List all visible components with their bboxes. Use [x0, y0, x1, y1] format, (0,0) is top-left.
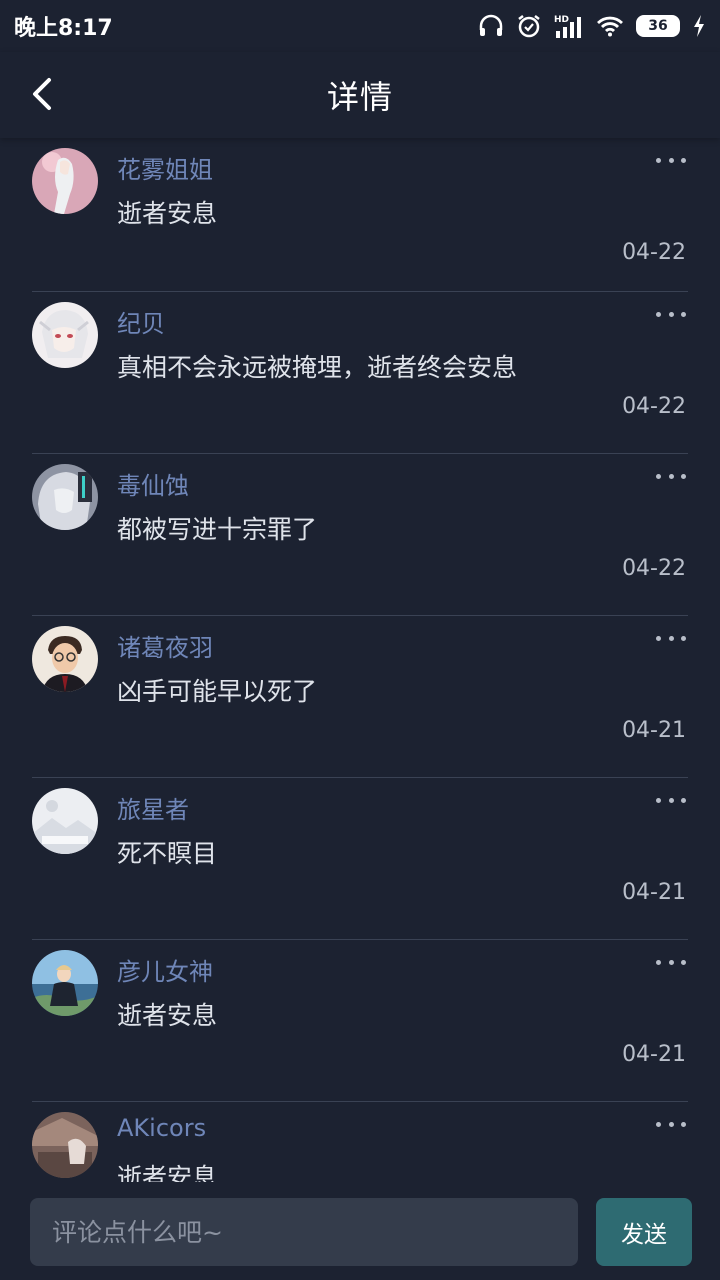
- headset-icon: [478, 14, 504, 38]
- comment-item: AKicors 逝者安息: [32, 1102, 688, 1182]
- username[interactable]: 纪贝: [117, 304, 165, 339]
- chevron-left-icon: [33, 78, 51, 110]
- comment-text: 逝者安息: [117, 1001, 218, 1030]
- more-options-icon[interactable]: [656, 954, 686, 970]
- comment-item: 纪贝 真相不会永远被掩埋，逝者终会安息 04-22: [32, 292, 688, 454]
- more-options-icon[interactable]: [656, 792, 686, 808]
- comment-list[interactable]: 花雾姐姐 逝者安息 04-22 纪贝 真相不会永远被掩埋，逝者终会安息 04-2…: [0, 138, 720, 1182]
- comment-bar: 发送: [0, 1182, 720, 1280]
- comment-item: 诸葛夜羽 凶手可能早以死了 04-21: [32, 616, 688, 778]
- svg-text:HD: HD: [554, 15, 569, 25]
- username[interactable]: 旅星者: [117, 790, 189, 825]
- more-options-icon[interactable]: [656, 468, 686, 484]
- send-button[interactable]: 发送: [596, 1198, 692, 1266]
- avatar[interactable]: [32, 1112, 98, 1178]
- avatar[interactable]: [32, 950, 98, 1016]
- battery-icon: 36: [636, 15, 680, 37]
- comment-date: 04-21: [622, 718, 686, 743]
- more-options-icon[interactable]: [656, 1116, 686, 1132]
- more-options-icon[interactable]: [656, 630, 686, 646]
- username[interactable]: AKicors: [117, 1114, 206, 1142]
- hd-signal-icon: HD: [554, 13, 584, 39]
- alarm-icon: [516, 13, 542, 39]
- comment-text: 真相不会永远被掩埋，逝者终会安息: [117, 353, 518, 382]
- avatar[interactable]: [32, 148, 98, 214]
- charging-icon: [692, 14, 706, 38]
- battery-level: 36: [636, 15, 680, 37]
- username[interactable]: 毒仙蚀: [117, 466, 189, 501]
- comment-date: 04-22: [622, 556, 686, 581]
- back-button[interactable]: [22, 74, 62, 114]
- comment-date: 04-21: [622, 1042, 686, 1067]
- username[interactable]: 诸葛夜羽: [117, 628, 213, 663]
- status-icons: HD 36: [478, 13, 706, 39]
- status-bar: 晚上8:17 HD 36: [0, 0, 720, 52]
- comment-text: 都被写进十宗罪了: [117, 515, 318, 544]
- username[interactable]: 花雾姐姐: [117, 150, 213, 185]
- more-options-icon[interactable]: [656, 306, 686, 322]
- comment-item: 彦儿女神 逝者安息 04-21: [32, 940, 688, 1102]
- wifi-icon: [596, 15, 624, 37]
- avatar[interactable]: [32, 788, 98, 854]
- comment-text: 凶手可能早以死了: [117, 677, 318, 706]
- header: 详情: [0, 52, 720, 138]
- avatar[interactable]: [32, 464, 98, 530]
- comment-input[interactable]: [30, 1198, 578, 1266]
- avatar[interactable]: [32, 626, 98, 692]
- status-time: 晚上8:17: [14, 16, 113, 41]
- comment-text: 死不瞑目: [117, 839, 218, 868]
- comment-item: 旅星者 死不瞑目 04-21: [32, 778, 688, 940]
- page-title: 详情: [326, 78, 393, 116]
- comment-text: 逝者安息: [117, 1163, 218, 1182]
- battery-percent: 36: [648, 18, 668, 34]
- comment-date: 04-22: [622, 240, 686, 265]
- more-options-icon[interactable]: [656, 152, 686, 168]
- comment-date: 04-21: [622, 880, 686, 905]
- comment-text: 逝者安息: [117, 199, 218, 228]
- avatar[interactable]: [32, 302, 98, 368]
- comment-date: 04-22: [622, 394, 686, 419]
- username[interactable]: 彦儿女神: [117, 952, 213, 987]
- comment-item: 花雾姐姐 逝者安息 04-22: [32, 138, 688, 292]
- comment-item: 毒仙蚀 都被写进十宗罪了 04-22: [32, 454, 688, 616]
